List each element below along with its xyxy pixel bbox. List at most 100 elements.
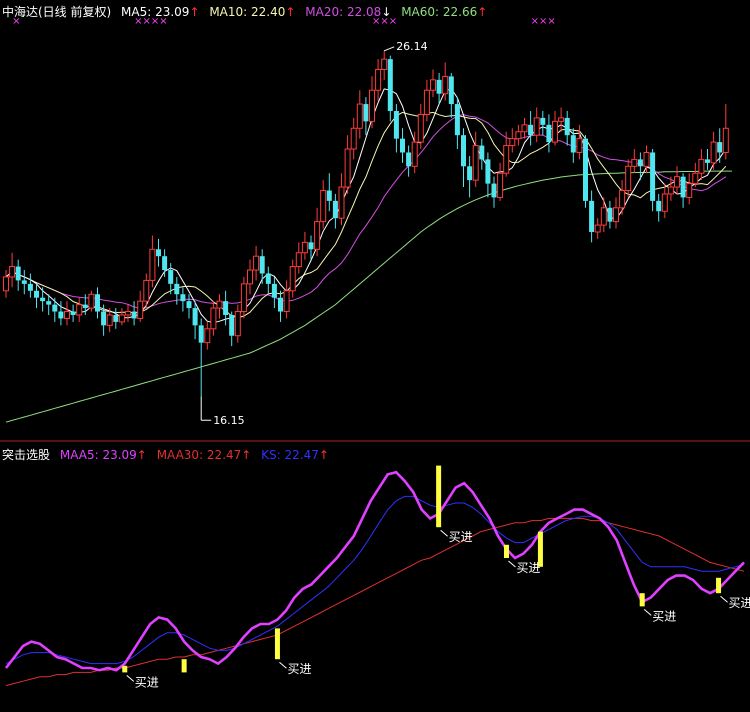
- candle-up: [234, 311, 241, 337]
- buy-signal-bar: [716, 577, 722, 594]
- candle-down: [332, 200, 338, 219]
- candle-up: [240, 283, 247, 313]
- candle-up: [497, 172, 504, 198]
- candle-up: [521, 124, 528, 133]
- arrow-down-icon: ↓: [381, 5, 392, 19]
- candle-down: [650, 152, 656, 201]
- candle-down: [461, 135, 466, 167]
- candle-down: [278, 297, 283, 312]
- candle-down: [162, 256, 168, 271]
- candle-down: [82, 304, 88, 309]
- buy-label: 买进: [516, 561, 540, 575]
- buy-signal-bar: [181, 659, 187, 673]
- candle-up: [625, 165, 632, 192]
- indicator-title: 突击选股: [2, 448, 51, 462]
- candle-up: [143, 279, 150, 302]
- candle-up: [253, 255, 260, 271]
- candle-up: [600, 207, 607, 226]
- candle-down: [326, 190, 332, 201]
- candle-up: [423, 89, 430, 115]
- candle-up: [417, 113, 424, 143]
- buy-label: 买进: [652, 609, 676, 623]
- candle-down: [186, 301, 192, 309]
- candle-down: [70, 311, 76, 315]
- candle-up: [204, 328, 211, 344]
- low-price-label: 16.15: [213, 414, 245, 427]
- candle-up: [509, 138, 516, 147]
- candle-up: [295, 252, 302, 268]
- candle-down: [95, 294, 100, 312]
- ma5-legend: MA5: 23.09↑: [121, 5, 200, 19]
- candle-up: [210, 307, 217, 330]
- candle-up: [356, 103, 363, 129]
- arrow-up-icon: ↑: [189, 5, 200, 19]
- buy-signal-bar: [537, 531, 543, 567]
- candle-up: [216, 300, 223, 309]
- candle-up: [674, 176, 680, 188]
- buy-label: 买进: [729, 596, 750, 610]
- candle-down: [101, 311, 107, 326]
- ma10-legend: MA10: 22.40↑: [209, 5, 296, 19]
- ma20-legend: MA20: 22.08↓: [305, 5, 392, 19]
- candle-down: [192, 308, 198, 326]
- candle-up: [381, 58, 388, 70]
- candle-down: [485, 159, 491, 184]
- candle-down: [15, 266, 21, 281]
- buy-pointer: [126, 675, 135, 682]
- candle-down: [656, 200, 662, 212]
- candle-up: [118, 314, 125, 323]
- candle-up: [320, 190, 327, 223]
- candle-down: [113, 314, 119, 322]
- candle-up: [631, 158, 638, 167]
- candle-down: [174, 283, 180, 295]
- buy-label: 买进: [135, 675, 159, 689]
- candle-down: [546, 124, 552, 143]
- candle-up: [149, 248, 156, 281]
- candle-up: [442, 75, 449, 95]
- candle-up: [722, 127, 729, 153]
- candle-up: [472, 145, 479, 181]
- candle-up: [576, 138, 583, 153]
- candle-down: [400, 138, 405, 153]
- candle-up: [314, 221, 321, 250]
- candle-up: [558, 117, 565, 122]
- candle-up: [338, 186, 345, 219]
- candle-up: [503, 145, 510, 174]
- candle-down: [198, 325, 204, 343]
- candle-down: [223, 301, 229, 315]
- candle-down: [564, 117, 570, 136]
- candle-down: [58, 311, 64, 319]
- stock-chart: 26.1416.15× ×××× ××× ×××买进买进买进买进买进买进: [0, 16, 750, 689]
- candle-up: [88, 293, 95, 309]
- candle-up: [64, 311, 70, 319]
- candle-up: [643, 151, 650, 167]
- candle-up: [692, 172, 699, 185]
- maa30-line: [5, 517, 745, 687]
- candle-down: [528, 124, 534, 136]
- candle-down: [406, 152, 412, 167]
- candle-up: [350, 127, 357, 150]
- candle-down: [717, 142, 723, 153]
- arrow-up-icon: ↑: [285, 5, 296, 19]
- candle-up: [661, 193, 668, 212]
- candle-down: [570, 135, 576, 153]
- signal-marker: ×××: [531, 16, 556, 27]
- buy-pointer: [440, 529, 448, 537]
- candle-down: [52, 304, 58, 312]
- candle-down: [40, 297, 46, 302]
- high-pointer: [384, 46, 395, 52]
- buy-pointer: [720, 595, 728, 603]
- candle-down: [168, 270, 174, 284]
- candle-down: [46, 301, 52, 305]
- buy-pointer: [508, 560, 516, 568]
- buy-label: 买进: [449, 530, 473, 544]
- buy-signal-bar: [122, 665, 128, 673]
- buy-pointer: [279, 661, 287, 669]
- candle-down: [479, 145, 485, 160]
- candle-up: [411, 141, 418, 167]
- candle-down: [393, 110, 399, 139]
- candle-up: [515, 131, 522, 140]
- arrow-up-icon: ↑: [136, 448, 147, 462]
- candle-down: [583, 138, 588, 201]
- buy-pointer: [643, 609, 652, 616]
